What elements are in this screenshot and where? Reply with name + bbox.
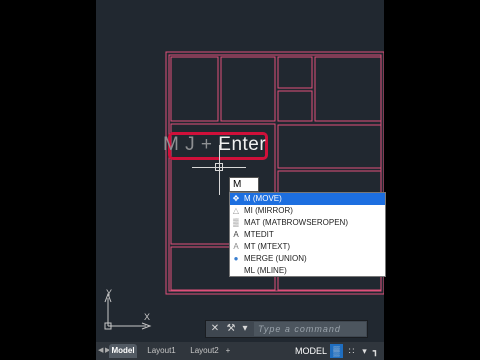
status-bar: ◀ ▶ Model Layout1 Layout2 + MODEL ▒ ∷ ▾ … xyxy=(96,342,384,360)
autocomplete-list: ✥ M (MOVE) △ MI (MIRROR) ▒ MAT (MATBROWSERO… xyxy=(229,192,386,277)
autocomplete-label: M (MOVE) xyxy=(244,194,282,203)
left-letterbox xyxy=(0,0,96,360)
command-line: ✕ ⚒ ▾ Type a command xyxy=(205,320,368,338)
move-icon: ✥ xyxy=(232,194,240,203)
recent-commands-icon[interactable]: ▾ xyxy=(239,323,251,335)
material-browser-icon: ▒ xyxy=(233,218,239,227)
autocomplete-label: MAT (MATBROWSEROPEN) xyxy=(244,218,348,227)
room-3 xyxy=(277,56,313,89)
autocomplete-item-mtext[interactable]: A MT (MTEXT) xyxy=(230,241,385,253)
mtext-icon: A xyxy=(233,242,239,251)
command-input[interactable]: Type a command xyxy=(254,322,366,336)
tab-model[interactable]: Model xyxy=(109,344,137,358)
grid-display-icon[interactable]: ∷ xyxy=(345,344,358,358)
text-edit-icon: A xyxy=(233,230,239,239)
keystroke-enter: Enter xyxy=(218,134,267,155)
keystroke-caption: M J + Enter xyxy=(163,134,266,156)
keystroke-prefix: M J + xyxy=(163,134,219,155)
ucs-x-label: X xyxy=(144,312,150,322)
room-5 xyxy=(314,56,382,122)
grid-icon[interactable]: ▒ xyxy=(330,344,343,358)
autocomplete-item-matbrowseropen[interactable]: ▒ MAT (MATBROWSEROPEN) xyxy=(230,217,385,229)
autocomplete-item-move[interactable]: ✥ M (MOVE) xyxy=(230,193,385,205)
add-layout-button[interactable]: + xyxy=(223,344,233,358)
close-icon[interactable]: ✕ xyxy=(209,323,221,335)
model-space-button[interactable]: MODEL xyxy=(295,344,327,358)
drawing-canvas[interactable]: M J + Enter Y X xyxy=(96,0,384,342)
wrench-icon[interactable]: ⚒ xyxy=(225,323,237,335)
ucs-icon: Y X xyxy=(104,288,152,330)
right-letterbox xyxy=(384,0,480,360)
mline-icon xyxy=(232,267,240,275)
room-2 xyxy=(220,56,276,122)
room-1 xyxy=(170,56,219,122)
room-4 xyxy=(277,90,313,122)
autocomplete-item-mtedit[interactable]: A MTEDIT xyxy=(230,229,385,241)
cursor-pickbox xyxy=(215,163,223,171)
dynamic-input-field[interactable]: M xyxy=(229,177,259,192)
autocomplete-item-mline[interactable]: ML (MLINE) xyxy=(230,265,385,277)
autocomplete-label: MTEDIT xyxy=(244,230,274,239)
autocomplete-label: ML (MLINE) xyxy=(244,266,287,275)
autocomplete-item-mirror[interactable]: △ MI (MIRROR) xyxy=(230,205,385,217)
snap-mode-icon[interactable]: ┓ xyxy=(369,344,382,358)
ucs-y-label: Y xyxy=(106,288,112,298)
union-icon: ● xyxy=(233,254,239,263)
mirror-icon: △ xyxy=(232,206,240,215)
tab-layout1[interactable]: Layout1 xyxy=(145,344,178,358)
tab-layout2[interactable]: Layout2 xyxy=(188,344,221,358)
autocomplete-label: MI (MIRROR) xyxy=(244,206,293,215)
autocomplete-item-merge[interactable]: ● MERGE (UNION) xyxy=(230,253,385,265)
autocomplete-label: MERGE (UNION) xyxy=(244,254,307,263)
autocomplete-label: MT (MTEXT) xyxy=(244,242,291,251)
room-6 xyxy=(277,124,382,169)
